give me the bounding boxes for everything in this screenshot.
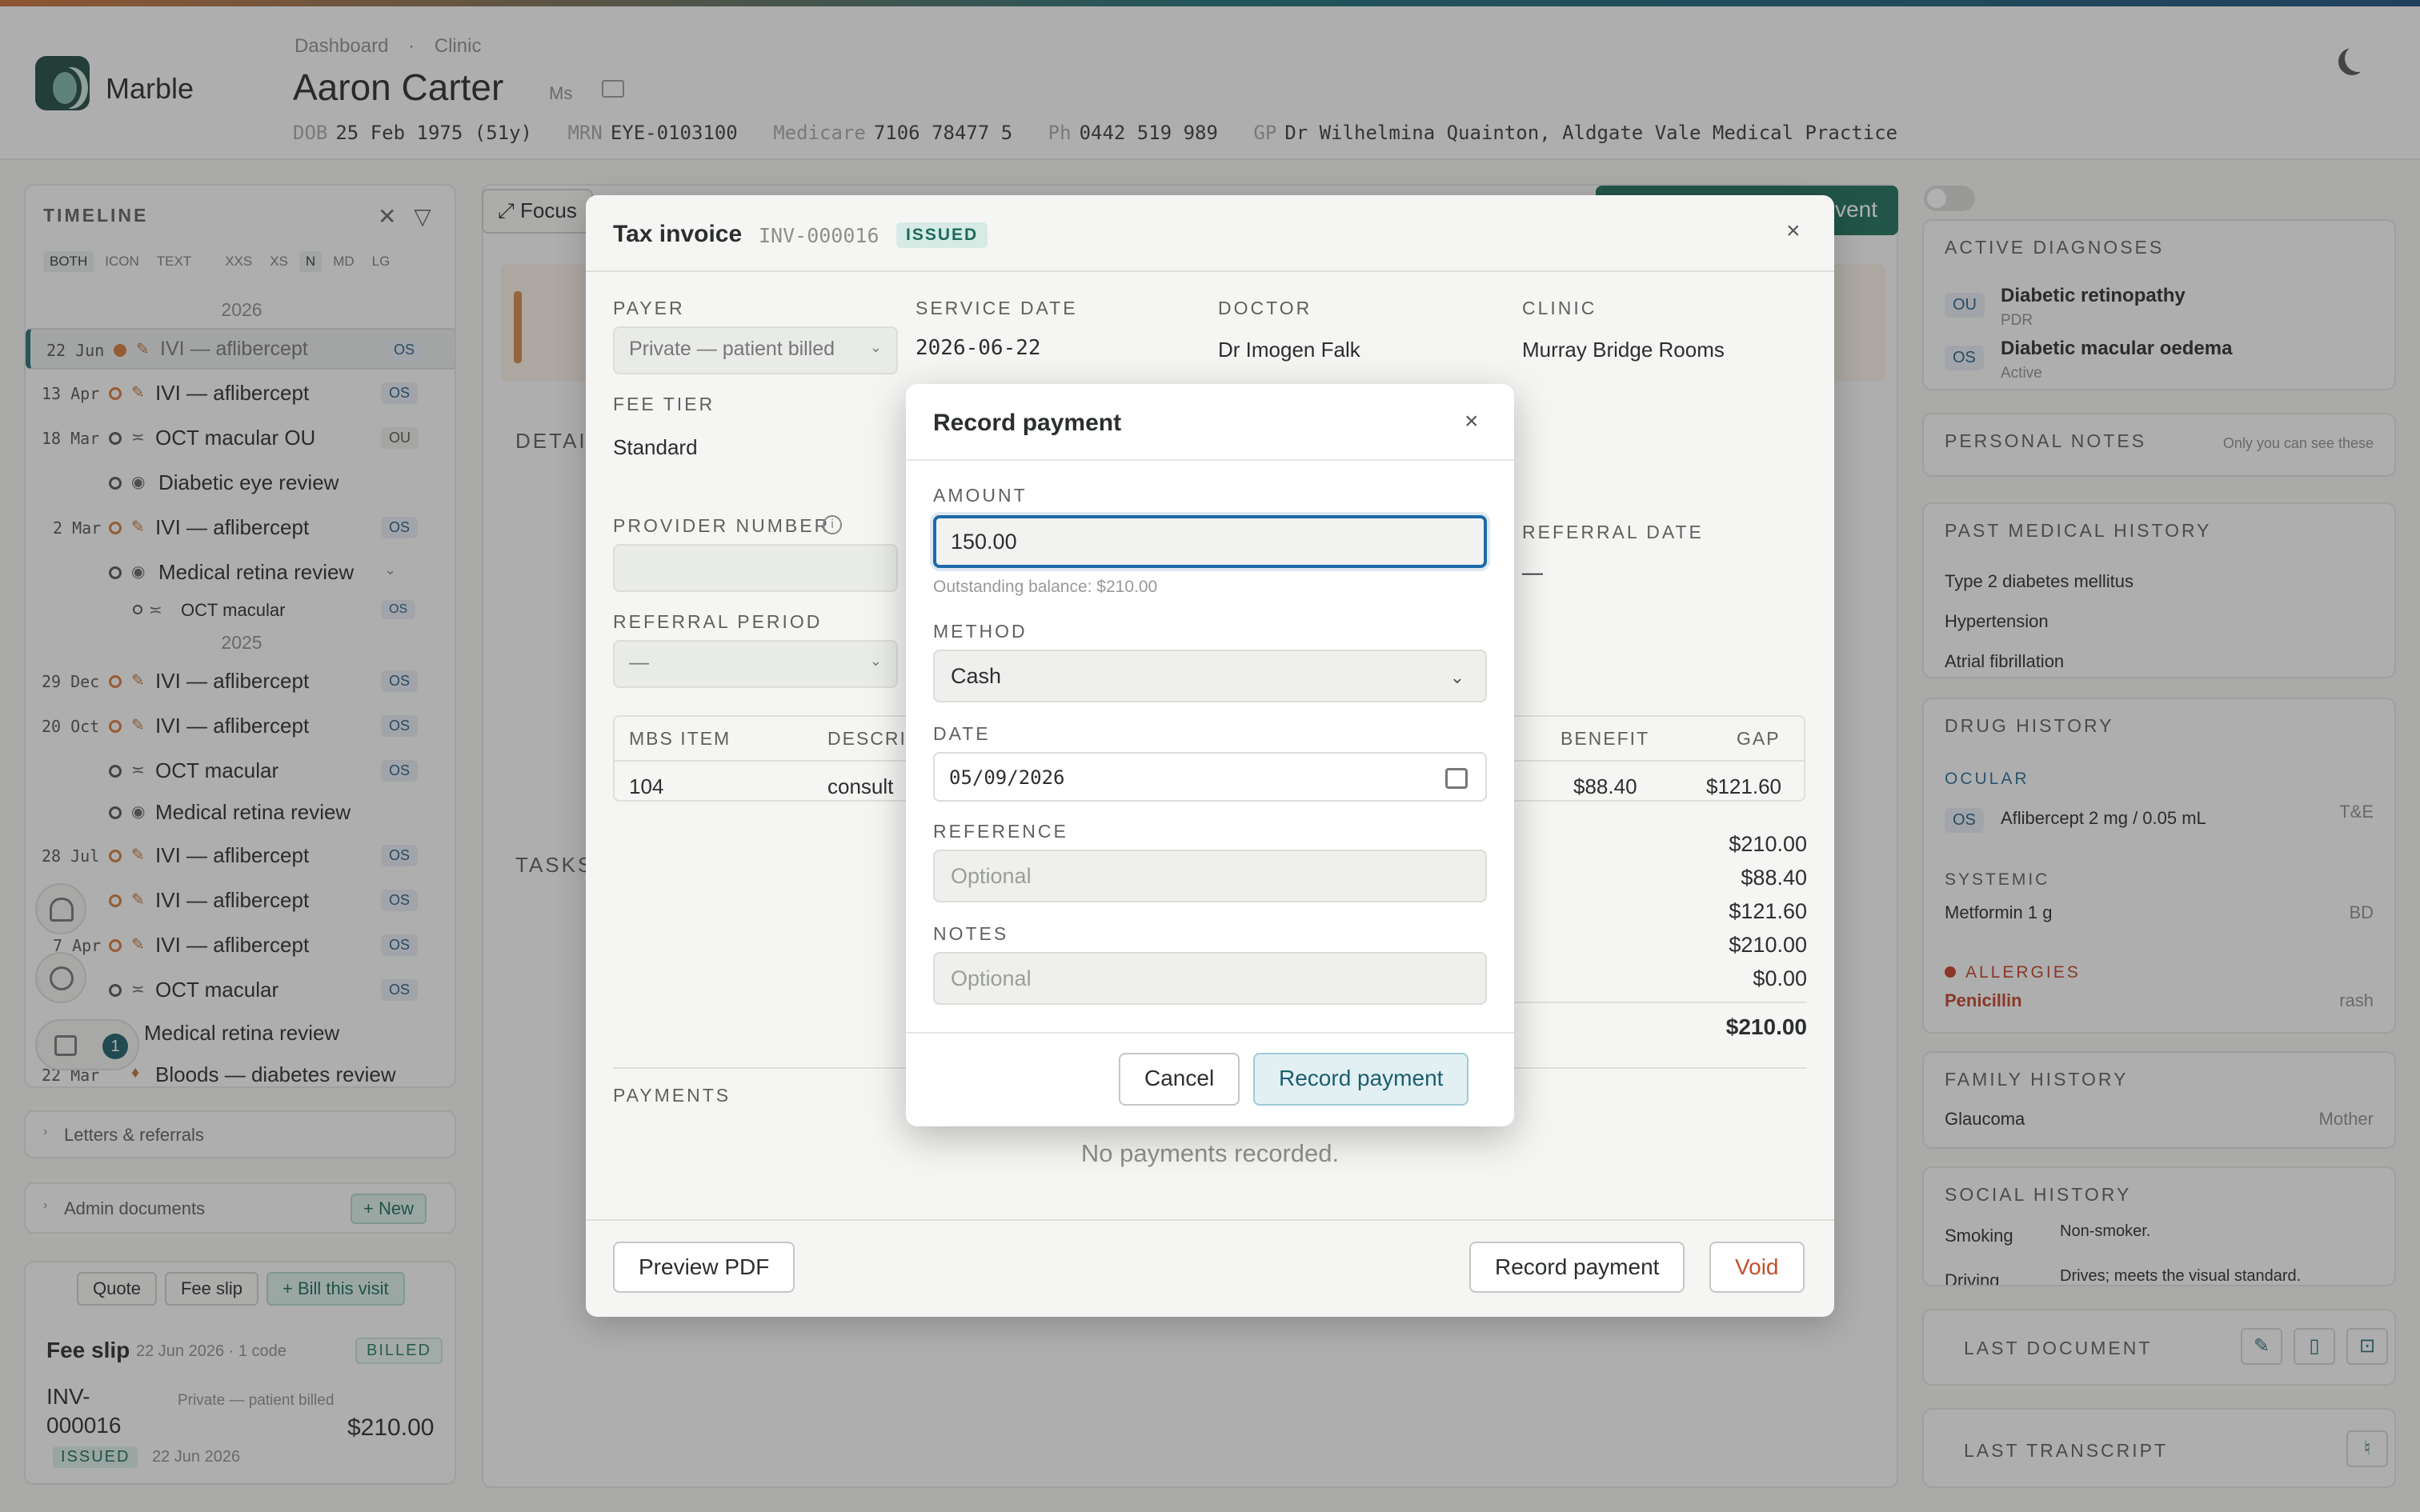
col-benefit: BENEFIT — [1561, 728, 1650, 749]
doctor-label: DOCTOR — [1218, 298, 1312, 318]
method-value: Cash — [951, 664, 1002, 688]
notes-label: NOTES — [933, 923, 1009, 944]
date-value: 05/09/2026 — [949, 766, 1065, 789]
date-label: DATE — [933, 723, 991, 744]
service-date-value: 2026-06-22 — [916, 336, 1041, 360]
referral-period-select[interactable]: — ⌄ — [613, 640, 898, 688]
provider-number-label: PROVIDER NUMBER — [613, 515, 831, 536]
record-payment-header: Record payment × — [906, 384, 1514, 461]
invoice-title: Tax invoice — [613, 221, 743, 247]
confirm-record-payment-button[interactable]: Record payment — [1253, 1053, 1469, 1106]
fee-tier-label: FEE TIER — [613, 394, 715, 414]
void-button[interactable]: Void — [1709, 1242, 1805, 1293]
referral-period-value: — — [629, 651, 649, 674]
cell-mbs-item: 104 — [629, 774, 664, 798]
invoice-status-badge: ISSUED — [896, 222, 988, 248]
provider-number-input[interactable] — [613, 544, 898, 592]
method-select[interactable]: Cash ⌄ — [933, 650, 1487, 702]
record-payment-title: Record payment — [933, 410, 1122, 436]
col-gap: GAP — [1737, 728, 1781, 749]
cell-description: consult — [827, 774, 894, 798]
service-date-label: SERVICE DATE — [916, 298, 1078, 318]
total-invoiced: $210.00 — [1729, 933, 1807, 957]
close-icon[interactable]: × — [1786, 218, 1801, 245]
outstanding-balance: Outstanding balance: $210.00 — [933, 578, 1158, 596]
col-description: DESCRI — [827, 728, 907, 749]
chevron-down-icon: ⌄ — [869, 653, 882, 669]
amount-label: AMOUNT — [933, 485, 1028, 506]
cell-gap: $121.60 — [1706, 774, 1781, 798]
doctor-value: Dr Imogen Falk — [1218, 338, 1360, 362]
method-label: METHOD — [933, 621, 1028, 642]
referral-period-label: REFERRAL PERIOD — [613, 611, 823, 632]
cell-benefit: $88.40 — [1573, 774, 1637, 798]
payments-heading: PAYMENTS — [613, 1085, 731, 1106]
record-payment-footer-divider — [906, 1032, 1514, 1034]
info-icon[interactable]: i — [823, 515, 842, 534]
payer-label: PAYER — [613, 298, 685, 318]
invoice-header: Tax invoice INV-000016 ISSUED × — [586, 195, 1834, 272]
clinic-label: CLINIC — [1522, 298, 1597, 318]
chevron-down-icon: ⌄ — [1449, 667, 1464, 687]
amount-input[interactable]: 150.00 — [933, 515, 1487, 568]
payer-value: Private — patient billed — [629, 338, 835, 360]
reference-label: REFERENCE — [933, 821, 1068, 842]
total-benefit: $88.40 — [1741, 866, 1807, 890]
record-payment-dialog: Record payment × AMOUNT 150.00 Outstandi… — [906, 384, 1514, 1126]
notes-input[interactable]: Optional — [933, 952, 1487, 1005]
total-paid: $0.00 — [1753, 966, 1807, 990]
record-payment-button[interactable]: Record payment — [1469, 1242, 1685, 1293]
chevron-down-icon: ⌄ — [869, 339, 882, 355]
totals-divider — [1498, 1002, 1807, 1003]
invoice-footer-divider — [586, 1219, 1834, 1221]
reference-input[interactable]: Optional — [933, 850, 1487, 902]
payer-select[interactable]: Private — patient billed ⌄ — [613, 326, 898, 374]
invoice-number: INV-000016 — [759, 224, 879, 247]
no-payments-message: No payments recorded. — [1080, 1139, 1340, 1167]
cancel-button[interactable]: Cancel — [1119, 1053, 1240, 1106]
fee-tier-value: Standard — [613, 435, 698, 459]
calendar-icon[interactable] — [1445, 768, 1468, 789]
total-fee: $210.00 — [1729, 832, 1807, 856]
date-input[interactable]: 05/09/2026 — [933, 752, 1487, 802]
col-mbs-item: MBS ITEM — [629, 728, 731, 749]
total-gap: $121.60 — [1729, 899, 1807, 923]
balance-due: $210.00 — [1725, 1014, 1807, 1039]
close-icon[interactable]: × — [1464, 408, 1479, 435]
preview-pdf-button[interactable]: Preview PDF — [613, 1242, 795, 1293]
clinic-value: Murray Bridge Rooms — [1522, 338, 1725, 362]
referral-date-value: — — [1522, 560, 1543, 584]
referral-date-label: REFERRAL DATE — [1522, 522, 1704, 542]
